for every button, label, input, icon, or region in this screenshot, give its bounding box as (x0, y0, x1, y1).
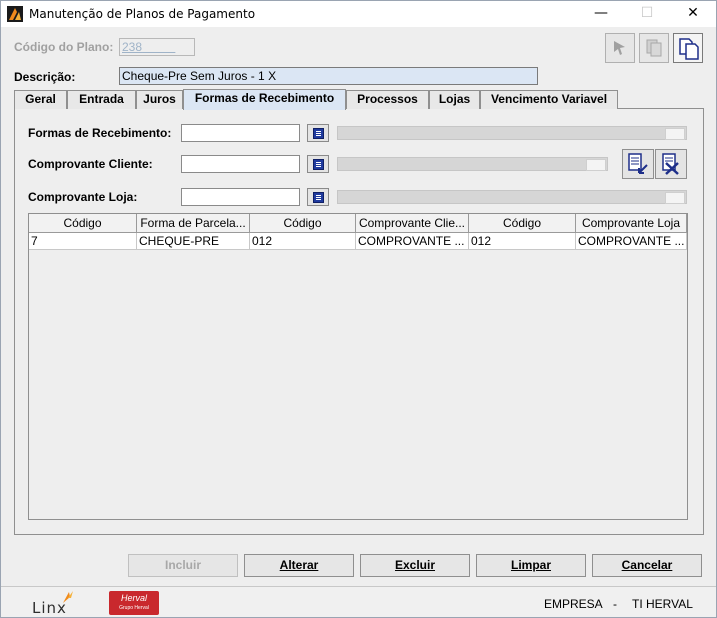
status-bar: Linx Herval Grupo Herval EMPRESA - TI HE… (1, 586, 716, 617)
formas-table: Código Forma de Parcela... Código Compro… (28, 213, 688, 520)
comprovante-cliente-label: Comprovante Cliente: (28, 157, 153, 171)
close-button[interactable]: ✕ (670, 1, 716, 27)
formas-recebimento-input[interactable] (181, 124, 300, 142)
cancelar-button[interactable]: Cancelar (592, 554, 702, 577)
descricao-field[interactable]: Cheque-Pre Sem Juros - 1 X (119, 67, 538, 85)
table-cell: CHEQUE-PRE (137, 233, 250, 250)
minimize-button[interactable]: — (578, 1, 624, 27)
column-header[interactable]: Forma de Parcela... (137, 214, 250, 233)
tab-lojas[interactable]: Lojas (429, 90, 480, 109)
comprovante-cliente-description (337, 157, 608, 171)
delete-document-icon (662, 153, 679, 175)
linx-mark-icon (63, 591, 73, 603)
tab-processos[interactable]: Processos (346, 90, 429, 109)
app-icon (7, 6, 23, 22)
table-cell: 012 (469, 233, 576, 250)
alterar-button[interactable]: Alterar (244, 554, 354, 577)
copy-tool-button[interactable] (639, 33, 669, 63)
empresa-value: TI HERVAL (632, 597, 693, 611)
column-header[interactable]: Código (250, 214, 356, 233)
table-cell: 012 (250, 233, 356, 250)
table-cell: COMPROVANTE ... (576, 233, 687, 250)
descricao-label: Descrição: (14, 70, 76, 84)
window-title: Manutenção de Planos de Pagamento (29, 7, 256, 21)
column-header[interactable]: Código (469, 214, 576, 233)
copy-icon (646, 39, 662, 57)
comprovante-loja-description (337, 190, 687, 204)
herval-logo-subtitle: Grupo Herval (119, 605, 149, 611)
formas-recebimento-description (337, 126, 687, 140)
table-cell: 7 (29, 233, 137, 250)
tab-vencimento-variavel[interactable]: Vencimento Variavel (480, 90, 618, 109)
comprovante-cliente-lookup-button[interactable] (307, 155, 329, 173)
excluir-button[interactable]: Excluir (360, 554, 470, 577)
table-header: Código Forma de Parcela... Código Compro… (29, 214, 687, 233)
tab-juros[interactable]: Juros (136, 90, 183, 109)
comprovante-loja-label: Comprovante Loja: (28, 190, 138, 204)
status-separator: - (613, 597, 617, 611)
tab-geral[interactable]: Geral (14, 90, 67, 109)
pointer-icon (614, 41, 625, 55)
formas-recebimento-lookup-button[interactable] (307, 124, 329, 142)
cursor-tool-button[interactable] (605, 33, 635, 63)
comprovante-loja-input[interactable] (181, 188, 300, 206)
calendar-list-icon (313, 159, 324, 170)
formas-recebimento-label: Formas de Recebimento: (28, 126, 172, 140)
maximize-button[interactable]: ☐ (624, 1, 670, 27)
tab-entrada[interactable]: Entrada (67, 90, 136, 109)
main-window: Manutenção de Planos de Pagamento — ☐ ✕ … (0, 0, 717, 618)
comprovante-loja-lookup-button[interactable] (307, 188, 329, 206)
empresa-label: EMPRESA (544, 597, 603, 611)
comprovante-cliente-input[interactable] (181, 155, 300, 173)
codigo-plano-underline (142, 40, 175, 54)
herval-logo-name: Herval (120, 593, 147, 603)
table-row[interactable]: 7 CHEQUE-PRE 012 COMPROVANTE ... 012 COM… (29, 233, 687, 250)
new-document-button[interactable] (673, 33, 703, 63)
calendar-list-icon (313, 192, 324, 203)
column-header[interactable]: Código (29, 214, 137, 233)
table-cell: COMPROVANTE ... (356, 233, 469, 250)
add-document-icon (628, 153, 648, 174)
codigo-plano-field[interactable]: 238 (119, 38, 195, 56)
codigo-plano-value: 238 (122, 40, 143, 54)
tab-formas-de-recebimento[interactable]: Formas de Recebimento (183, 89, 346, 110)
incluir-button[interactable]: Incluir (128, 554, 238, 577)
title-bar: Manutenção de Planos de Pagamento — ☐ ✕ (1, 1, 716, 27)
remove-row-button[interactable] (655, 149, 687, 179)
herval-logo: Herval Grupo Herval (109, 591, 159, 615)
column-header[interactable]: Comprovante Loja (576, 214, 687, 233)
column-header[interactable]: Comprovante Clie... (356, 214, 469, 233)
new-document-icon (679, 38, 699, 60)
calendar-list-icon (313, 128, 324, 139)
limpar-button[interactable]: Limpar (476, 554, 586, 577)
add-row-button[interactable] (622, 149, 654, 179)
codigo-plano-label: Código do Plano: (14, 40, 114, 54)
